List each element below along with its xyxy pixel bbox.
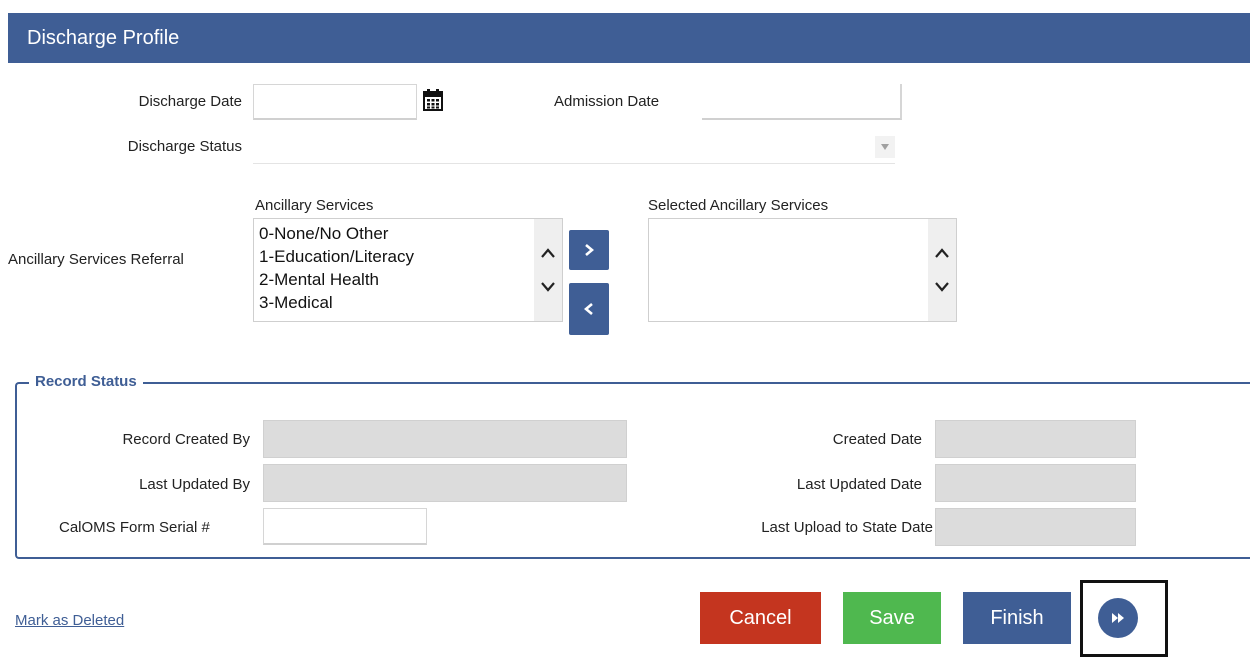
last-updated-by-field	[263, 464, 627, 502]
ancillary-referral-label: Ancillary Services Referral	[8, 251, 184, 268]
list-scrollbar[interactable]	[534, 219, 562, 321]
calendar-icon[interactable]	[423, 89, 443, 115]
record-status-legend: Record Status	[29, 373, 143, 390]
mark-as-deleted-link[interactable]: Mark as Deleted	[15, 612, 124, 629]
list-item[interactable]: 0-None/No Other	[254, 222, 534, 246]
created-date-label: Created Date	[832, 431, 922, 448]
admission-date-input[interactable]	[702, 84, 902, 120]
list-item[interactable]: 2-Mental Health	[254, 268, 534, 292]
chevron-right-icon	[585, 244, 594, 256]
chevron-down-icon[interactable]	[934, 280, 950, 297]
finish-button[interactable]: Finish	[963, 592, 1071, 644]
record-created-by-label: Record Created By	[122, 431, 250, 448]
caret-down-icon[interactable]	[875, 136, 895, 158]
selected-ancillary-list[interactable]	[648, 218, 957, 322]
discharge-date-label: Discharge Date	[138, 93, 242, 110]
list-item[interactable]: 3-Medical	[254, 291, 534, 315]
created-date-field	[935, 420, 1136, 458]
record-created-by-field	[263, 420, 627, 458]
selected-ancillary-heading: Selected Ancillary Services	[648, 197, 829, 214]
save-button[interactable]: Save	[843, 592, 941, 644]
selected-list-scrollbar[interactable]	[928, 219, 956, 321]
page-header: Discharge Profile	[8, 13, 1250, 63]
ancillary-services-list[interactable]: 0-None/No Other 1-Education/Literacy 2-M…	[253, 218, 563, 322]
discharge-status-label: Discharge Status	[127, 138, 242, 155]
chevron-up-icon[interactable]	[934, 246, 950, 263]
chevron-up-icon[interactable]	[540, 246, 556, 263]
chevron-down-icon[interactable]	[540, 280, 556, 297]
move-left-button[interactable]	[569, 283, 609, 335]
last-upload-label: Last Upload to State Date	[761, 519, 933, 536]
cancel-button[interactable]: Cancel	[700, 592, 821, 644]
list-item[interactable]: 1-Education/Literacy	[254, 245, 534, 269]
page-title: Discharge Profile	[27, 26, 180, 49]
fast-forward-icon	[1112, 613, 1124, 623]
admission-date-label: Admission Date	[554, 93, 660, 110]
move-right-button[interactable]	[569, 230, 609, 270]
caloms-serial-label: CalOMS Form Serial #	[59, 519, 210, 536]
ancillary-services-heading: Ancillary Services	[255, 197, 374, 214]
discharge-status-select[interactable]	[253, 128, 895, 164]
discharge-date-input[interactable]	[253, 84, 417, 120]
last-updated-by-label: Last Updated By	[139, 476, 250, 493]
last-updated-date-field	[935, 464, 1136, 502]
next-button[interactable]	[1098, 598, 1138, 638]
last-upload-field	[935, 508, 1136, 546]
caloms-serial-input[interactable]	[263, 508, 427, 545]
chevron-left-icon	[584, 303, 593, 315]
last-updated-date-label: Last Updated Date	[796, 476, 922, 493]
